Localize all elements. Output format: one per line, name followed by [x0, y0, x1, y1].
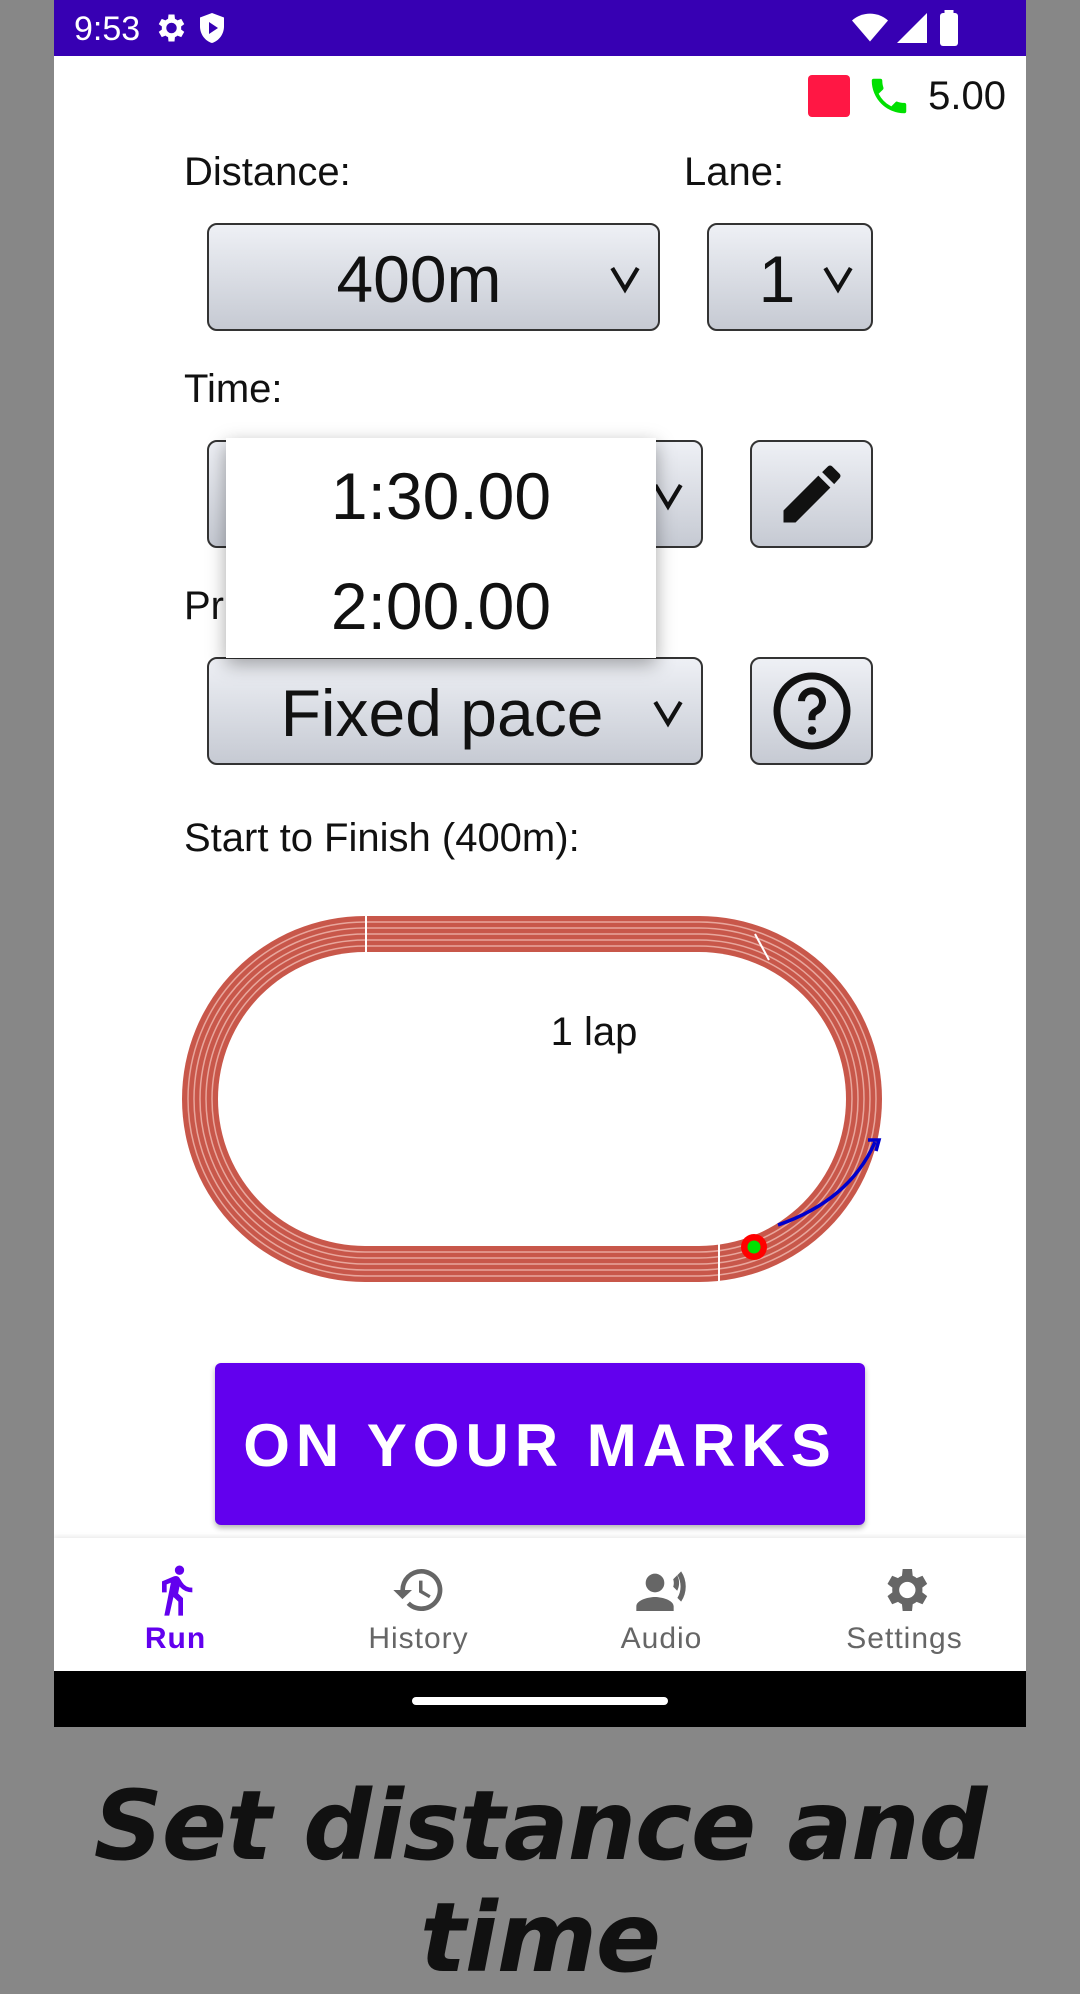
status-bar: 9:53 [54, 0, 1026, 56]
audio-icon [635, 1571, 686, 1611]
wifi-icon [852, 13, 888, 42]
nav-item-run[interactable]: Run [54, 1538, 297, 1671]
nav-item-history[interactable]: History [297, 1538, 540, 1671]
signal-icon [897, 13, 927, 43]
history-icon [392, 1568, 442, 1611]
status-time: 9:53 [74, 10, 141, 48]
chevron-down-icon [653, 700, 683, 728]
bottom-navigation: Run History Audio Settings [54, 1538, 1026, 1671]
system-nav-bar [54, 1671, 1026, 1727]
edit-time-button[interactable] [750, 440, 873, 548]
track-infield [218, 952, 846, 1246]
help-button[interactable] [750, 657, 873, 765]
nav-label-history: History [368, 1622, 469, 1655]
nav-label-audio: Audio [620, 1622, 703, 1655]
lane-label: Lane: [684, 150, 785, 194]
track-diagram: 1 lap [182, 916, 882, 1282]
chevron-down-icon [823, 266, 853, 294]
distance-dropdown[interactable]: 400m [207, 223, 660, 331]
nav-label-settings: Settings [846, 1622, 963, 1655]
laps-text: 1 lap [551, 1010, 638, 1054]
nav-label-run: Run [144, 1622, 207, 1655]
phone-screen: 9:53 5.00 Distance: Lane: 400m 1 Time: P… [54, 0, 1026, 1727]
phone-icon[interactable] [866, 73, 912, 119]
shield-status-icon [200, 13, 224, 43]
time-option[interactable]: 1:30.00 [226, 438, 656, 548]
question-icon [773, 672, 850, 750]
battery-icon [940, 10, 958, 46]
profile-label: Pr [184, 584, 224, 628]
lane-dropdown[interactable]: 1 [707, 223, 873, 331]
distance-label: Distance: [184, 150, 351, 194]
chevron-down-icon [610, 266, 640, 294]
chevron-down-icon [653, 483, 683, 511]
settings-icon [887, 1569, 927, 1611]
promo-caption: Set distance and time [93, 1770, 988, 1994]
nav-item-audio[interactable]: Audio [540, 1538, 783, 1671]
nav-item-settings[interactable]: Settings [783, 1538, 1026, 1671]
run-icon [161, 1565, 192, 1616]
runner-dot [747, 1240, 761, 1254]
time-label: Time: [184, 367, 283, 411]
pencil-icon [783, 465, 840, 523]
speed-value: 5.00 [928, 73, 1006, 118]
time-option[interactable]: 2:00.00 [226, 548, 656, 658]
time-dropdown-menu: 1:30.00 2:00.00 [226, 438, 656, 658]
settings-gear-status-icon [158, 14, 185, 42]
home-indicator[interactable] [412, 1697, 668, 1705]
distance-value: 400m [336, 242, 502, 316]
profile-dropdown[interactable]: Fixed pace [207, 657, 703, 765]
record-indicator[interactable] [808, 75, 851, 117]
profile-value: Fixed pace [280, 676, 604, 750]
header-indicators: 5.00 [808, 72, 1006, 120]
on-your-marks-button[interactable]: ON YOUR MARKS [215, 1363, 865, 1525]
track-label: Start to Finish (400m): [184, 816, 580, 860]
